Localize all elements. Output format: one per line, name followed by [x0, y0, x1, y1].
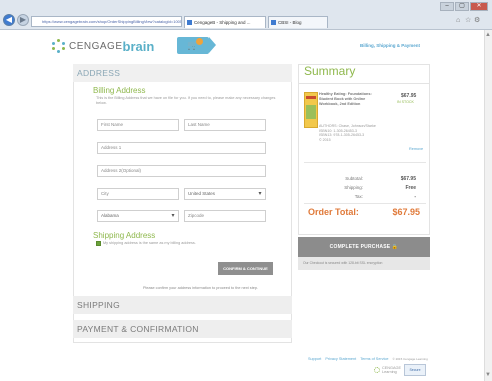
logo-brain-text: brain — [122, 38, 155, 54]
complete-purchase-button[interactable]: COMPLETE PURCHASE 🔒 — [298, 237, 430, 257]
summary-divider — [304, 203, 426, 204]
tab-label: CengageB - Shipping and ... — [194, 20, 251, 25]
last-name-field[interactable]: Last Name — [184, 119, 266, 131]
billing-help-text: This is the Billing Address that we have… — [96, 96, 276, 105]
close-window-button[interactable]: ✕ — [470, 2, 488, 11]
city-field[interactable]: City — [97, 188, 179, 200]
footer-logo-line2: Learning — [382, 370, 397, 374]
billing-address-heading: Billing Address — [93, 86, 146, 95]
order-total-label: Order Total: — [308, 207, 359, 217]
book-title[interactable]: Healthy Eating: Foundations: Student Boo… — [319, 92, 381, 106]
tax-value: - — [414, 194, 416, 200]
confirm-note: Please confirm your address information … — [143, 286, 259, 290]
window-controls: – ▢ ✕ — [440, 2, 488, 11]
book-cover-image — [304, 92, 318, 128]
country-select[interactable]: United States ▾ — [184, 188, 266, 200]
footer-cengage-logo: CENGAGE Learning — [374, 366, 401, 374]
country-value: United States — [188, 191, 216, 196]
chevron-down-icon: ▾ — [258, 191, 262, 197]
book-meta: AUTHORS: Chase, Johnson/Starke ISBN10: 1… — [319, 124, 376, 142]
state-value: Alabama — [101, 213, 119, 218]
same-as-billing-checkbox[interactable] — [96, 241, 101, 246]
logo-cengage-text: CENGAGE — [69, 40, 123, 52]
browser-chrome: – ▢ ✕ ◀ ▶ https://www.cengagebrain.com/s… — [0, 0, 492, 30]
shipping-value: Free — [405, 185, 416, 191]
confirm-continue-button[interactable]: CONFIRM & CONTINUE — [218, 262, 273, 275]
cart-count-badge — [196, 38, 203, 45]
favorites-star-icon[interactable]: ☆ — [465, 17, 471, 24]
terms-link[interactable]: Terms of Service — [360, 357, 388, 361]
order-total-value: $67.95 — [392, 207, 420, 217]
tab-blog[interactable]: CBSI - Blog — [268, 16, 328, 28]
address-section-header[interactable]: ADDRESS — [73, 64, 292, 82]
scroll-down-arrow-icon[interactable]: ▼ — [485, 372, 491, 378]
zipcode-field[interactable]: Zipcode — [184, 210, 266, 222]
state-select[interactable]: Alabama ▾ — [97, 210, 179, 222]
minimize-button[interactable]: – — [440, 2, 454, 11]
shipping-section-header[interactable]: SHIPPING — [73, 296, 292, 314]
support-link[interactable]: Support — [308, 357, 321, 361]
shipping-address-heading: Shipping Address — [93, 231, 156, 240]
first-name-field[interactable]: First Name — [97, 119, 179, 131]
scroll-up-arrow-icon[interactable]: ▲ — [485, 32, 491, 38]
same-as-billing-label: My shipping address is the same as my bi… — [103, 241, 196, 245]
privacy-link[interactable]: Privacy Statement — [325, 357, 356, 361]
subtotal-label: Subtotal: — [345, 176, 363, 181]
footer-links: Support Privacy Statement Terms of Servi… — [308, 357, 431, 361]
address-bar[interactable]: https://www.cengagebrain.com/shop/OrderS… — [31, 16, 182, 27]
summary-title: Summary — [304, 64, 356, 78]
logo-dots-icon — [52, 39, 66, 53]
stock-status: IN STOCK — [397, 100, 414, 104]
tab-shipping[interactable]: CengageB - Shipping and ... — [184, 16, 266, 28]
shipping-label: Shipping: — [344, 185, 363, 190]
checkout-steps-link[interactable]: Billing, Shipping & Payment — [360, 43, 420, 48]
tab-favicon-icon — [187, 20, 192, 25]
chevron-down-icon: ▾ — [171, 213, 175, 219]
forward-button[interactable]: ▶ — [17, 14, 29, 26]
payment-section-header[interactable]: PAYMENT & CONFIRMATION — [73, 320, 292, 338]
item-price: $67.95 — [401, 93, 417, 99]
address2-field[interactable]: Address 2(Optional) — [97, 165, 266, 177]
security-badge[interactable]: Secure — [404, 364, 426, 376]
home-icon[interactable]: ⌂ — [456, 17, 462, 24]
back-button[interactable]: ◀ — [3, 14, 15, 26]
address1-field[interactable]: Address 1 — [97, 142, 266, 154]
remove-item-link[interactable]: Remove — [409, 147, 423, 151]
tax-label: Tax: — [354, 194, 363, 199]
summary-divider — [304, 162, 426, 163]
copyright-text: © 2015 Cengage Learning — [392, 357, 428, 361]
gear-icon[interactable]: ⚙ — [474, 17, 480, 24]
summary-divider — [298, 83, 430, 84]
ssl-note: Our Checkout is secured with 128-bit SSL… — [298, 257, 430, 270]
page-scrollbar[interactable] — [484, 30, 492, 381]
maximize-button[interactable]: ▢ — [455, 2, 469, 11]
tab-label: CBSI - Blog — [278, 20, 302, 25]
tab-favicon-icon — [271, 20, 276, 25]
cengagebrain-logo[interactable]: CENGAGE brain — [52, 36, 154, 56]
subtotal-value: $67.95 — [400, 176, 416, 182]
logo-dots-icon — [374, 367, 380, 373]
